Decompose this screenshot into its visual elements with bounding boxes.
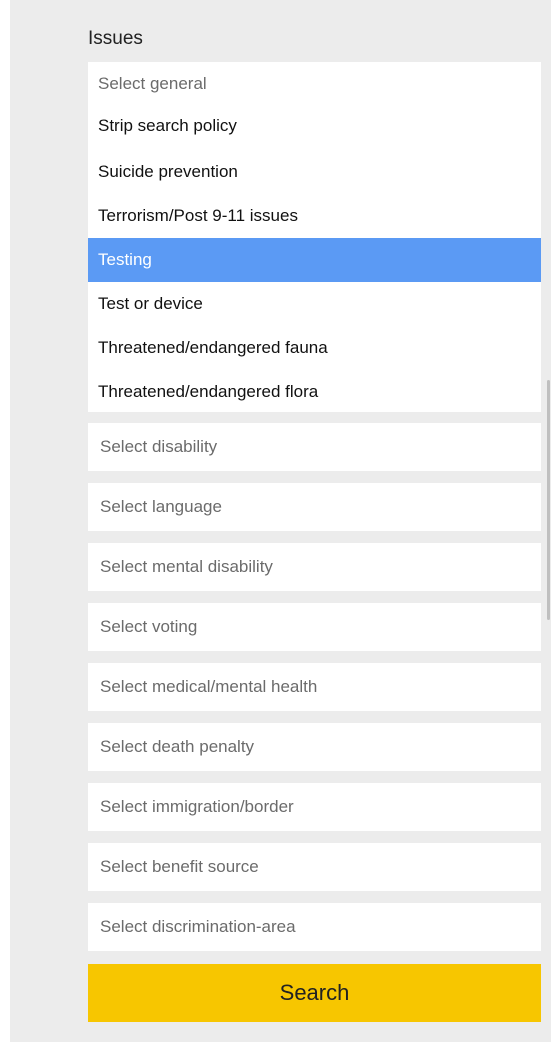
general-dropdown[interactable]: Select general Strip search policy Suici… xyxy=(88,62,541,412)
select-disability[interactable]: Select disability xyxy=(88,423,541,471)
option-testing[interactable]: Testing xyxy=(88,238,541,282)
option-threatened-fauna[interactable]: Threatened/endangered fauna xyxy=(88,326,541,370)
scrollbar[interactable] xyxy=(547,380,550,620)
select-medical-mental-health[interactable]: Select medical/mental health xyxy=(88,663,541,711)
option-test-or-device[interactable]: Test or device xyxy=(88,282,541,326)
select-discrimination-area[interactable]: Select discrimination-area xyxy=(88,903,541,951)
select-language[interactable]: Select language xyxy=(88,483,541,531)
issues-label: Issues xyxy=(88,28,143,49)
select-death-penalty[interactable]: Select death penalty xyxy=(88,723,541,771)
general-dropdown-placeholder: Select general xyxy=(98,74,207,93)
select-mental-disability[interactable]: Select mental disability xyxy=(88,543,541,591)
select-benefit-source[interactable]: Select benefit source xyxy=(88,843,541,891)
search-button[interactable]: Search xyxy=(88,964,541,1022)
option-strip-search-policy[interactable]: Strip search policy xyxy=(88,104,541,148)
option-suicide-prevention[interactable]: Suicide prevention xyxy=(88,150,541,194)
option-terrorism-post-9-11[interactable]: Terrorism/Post 9-11 issues xyxy=(88,194,541,238)
select-voting[interactable]: Select voting xyxy=(88,603,541,651)
option-threatened-flora[interactable]: Threatened/endangered flora xyxy=(88,370,541,414)
select-immigration-border[interactable]: Select immigration/border xyxy=(88,783,541,831)
